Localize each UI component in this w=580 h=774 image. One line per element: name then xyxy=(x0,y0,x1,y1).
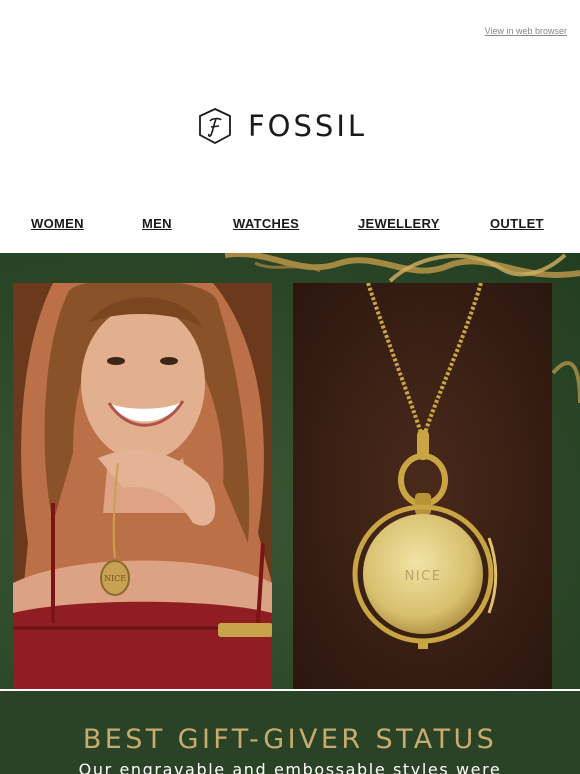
pendant-product-photo[interactable]: NICE xyxy=(293,283,552,690)
nav-item-women[interactable]: WOMEN xyxy=(31,216,84,231)
model-wearing-necklace-image: NICE xyxy=(13,283,272,690)
brand-wordmark: FOSSIL xyxy=(248,109,368,143)
nav-item-watches[interactable]: WATCHES xyxy=(233,216,299,231)
promo-section: BEST GIFT-GIVER STATUS Our engravable an… xyxy=(0,691,580,774)
nav-item-outlet[interactable]: OUTLET xyxy=(490,216,544,231)
brand-logo[interactable]: FOSSIL xyxy=(199,108,367,144)
model-photo[interactable]: NICE xyxy=(13,283,272,690)
pendant-engraving-right: NICE xyxy=(405,569,442,584)
view-in-browser-link[interactable]: View in web browser xyxy=(485,26,567,36)
preheader: View in web browser xyxy=(0,0,580,60)
nav-item-men[interactable]: MEN xyxy=(142,216,172,231)
main-navigation: WOMEN MEN WATCHES JEWELLERY OUTLET xyxy=(0,216,580,236)
fossil-emblem-icon xyxy=(199,108,231,144)
promo-subline: Our engravable and embossable styles wer… xyxy=(78,760,502,774)
promo-headline: BEST GIFT-GIVER STATUS xyxy=(82,724,498,755)
gold-locket-necklace-image: NICE xyxy=(293,283,552,690)
pendant-engraving-left: NICE xyxy=(104,574,126,583)
nav-item-jewellery[interactable]: JEWELLERY xyxy=(358,216,440,231)
hero-banner[interactable]: NICE NICE xyxy=(0,253,580,690)
